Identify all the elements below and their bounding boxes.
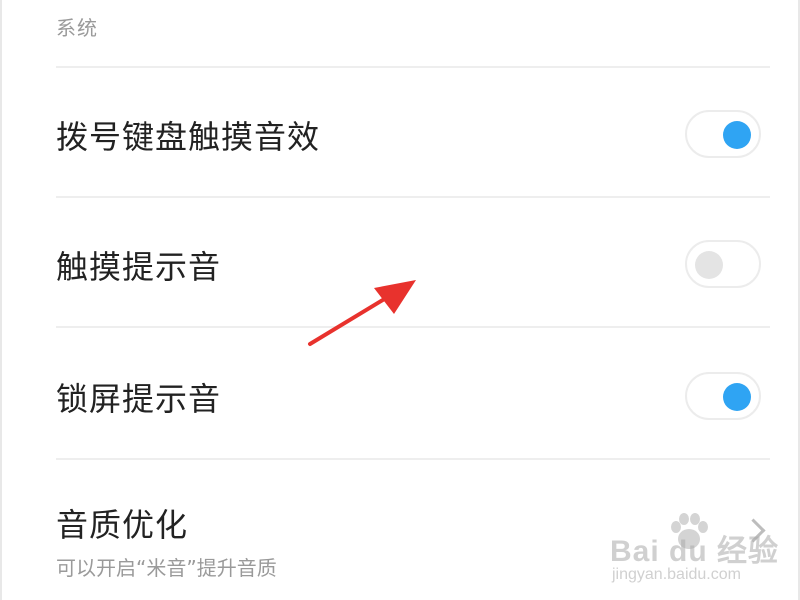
baidu-jingyan-watermark: Bai du 经验 jingyan.baidu.com — [610, 510, 778, 590]
watermark-url: jingyan.baidu.com — [612, 566, 741, 583]
watermark-logo-text: Bai du 经验 — [610, 535, 780, 568]
